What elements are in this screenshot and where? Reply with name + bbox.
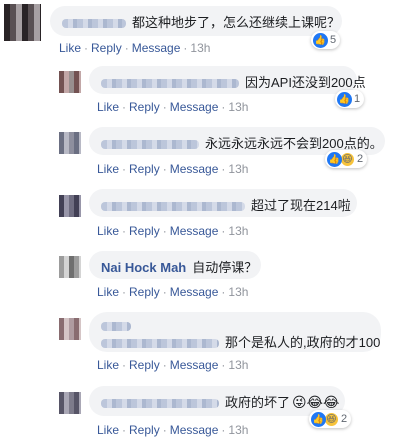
comment-text: 那个是私人的,政府的才100 [225, 335, 381, 350]
author-name[interactable] [101, 322, 131, 332]
like-button[interactable]: Like [97, 224, 119, 238]
laughing-face-icon: 😆 [340, 151, 355, 167]
comment-text: 永远永远永远不会到200点的。 [205, 136, 383, 151]
comment-actions: Like · Reply · Message · 13h [59, 41, 211, 55]
comment-text: 都这种地步了，怎么还继续上课呢？ [132, 15, 341, 30]
thumbs-up-icon: 👍 [313, 32, 328, 48]
reply-button[interactable]: Reply [129, 100, 160, 114]
reply-button[interactable]: Reply [129, 162, 160, 176]
like-button[interactable]: Like [59, 41, 81, 55]
comment-bubble: 那个是私人的,政府的才100 [89, 312, 381, 352]
author-name[interactable] [101, 202, 245, 212]
reaction-summary[interactable]: 👍 1 [335, 90, 365, 108]
author-name[interactable] [101, 140, 199, 150]
author-name[interactable] [101, 79, 239, 89]
author-name-continued [101, 339, 219, 349]
message-button[interactable]: Message [170, 358, 219, 372]
comment-text: 超过了现在214啦 [251, 198, 351, 213]
comment-bubble: 政府的坏了 😜😂😂 [89, 386, 345, 416]
author-name[interactable] [62, 19, 126, 29]
comment-bubble: 超过了现在214啦 [89, 189, 357, 217]
comment-actions: Like · Reply · Message · 13h [97, 224, 249, 238]
author-name[interactable] [101, 399, 219, 409]
avatar[interactable] [59, 318, 81, 340]
reaction-summary[interactable]: 👍 😆 2 [325, 150, 368, 168]
reply-button[interactable]: Reply [129, 358, 160, 372]
reply-button[interactable]: Reply [91, 41, 122, 55]
message-button[interactable]: Message [170, 423, 219, 437]
timestamp[interactable]: 13h [228, 285, 248, 299]
like-button[interactable]: Like [97, 358, 119, 372]
comment-actions: Like · Reply · Message · 13h [97, 423, 249, 437]
message-button[interactable]: Message [170, 285, 219, 299]
message-button[interactable]: Message [170, 224, 219, 238]
comment-text: 自动停课？ [192, 260, 258, 275]
timestamp[interactable]: 13h [228, 423, 248, 437]
comment-bubble: 都这种地步了，怎么还继续上课呢？ [50, 6, 342, 36]
timestamp[interactable]: 13h [190, 41, 210, 55]
avatar[interactable] [59, 256, 81, 278]
message-button[interactable]: Message [170, 100, 219, 114]
reply-button[interactable]: Reply [129, 224, 160, 238]
timestamp[interactable]: 13h [228, 358, 248, 372]
thumbs-up-icon: 👍 [311, 411, 326, 427]
avatar[interactable] [59, 195, 81, 217]
timestamp[interactable]: 13h [228, 162, 248, 176]
comment-bubble: Nai Hock Mah 自动停课？ [89, 251, 261, 279]
reaction-count: 2 [357, 153, 364, 165]
like-button[interactable]: Like [97, 423, 119, 437]
comment-text: 因为API还没到200点 [245, 75, 366, 90]
comment-text: 政府的坏了 [225, 395, 291, 410]
emoji-text: 😜😂😂 [292, 394, 340, 410]
comment-actions: Like · Reply · Message · 13h [97, 100, 249, 114]
avatar[interactable] [59, 71, 81, 93]
comment-actions: Like · Reply · Message · 13h [97, 162, 249, 176]
reaction-count: 5 [330, 34, 337, 46]
comment-actions: Like · Reply · Message · 13h [97, 285, 249, 299]
like-button[interactable]: Like [97, 162, 119, 176]
avatar[interactable] [59, 132, 81, 154]
timestamp[interactable]: 13h [228, 100, 248, 114]
message-button[interactable]: Message [132, 41, 181, 55]
reaction-summary[interactable]: 👍 5 [311, 31, 341, 49]
message-button[interactable]: Message [170, 162, 219, 176]
reaction-count: 2 [341, 413, 348, 425]
author-name[interactable]: Nai Hock Mah [101, 260, 186, 275]
timestamp[interactable]: 13h [228, 224, 248, 238]
avatar[interactable] [4, 4, 41, 41]
laughing-face-icon: 😆 [324, 411, 339, 427]
comment-actions: Like · Reply · Message · 13h [97, 358, 249, 372]
reply-button[interactable]: Reply [129, 285, 160, 299]
thumbs-up-icon: 👍 [337, 91, 352, 107]
reaction-count: 1 [354, 93, 361, 105]
comment-bubble: 因为API还没到200点 [89, 66, 366, 94]
thumbs-up-icon: 👍 [327, 151, 342, 167]
reply-button[interactable]: Reply [129, 423, 160, 437]
reaction-summary[interactable]: 👍 😆 2 [309, 410, 352, 428]
like-button[interactable]: Like [97, 285, 119, 299]
avatar[interactable] [59, 392, 81, 414]
like-button[interactable]: Like [97, 100, 119, 114]
